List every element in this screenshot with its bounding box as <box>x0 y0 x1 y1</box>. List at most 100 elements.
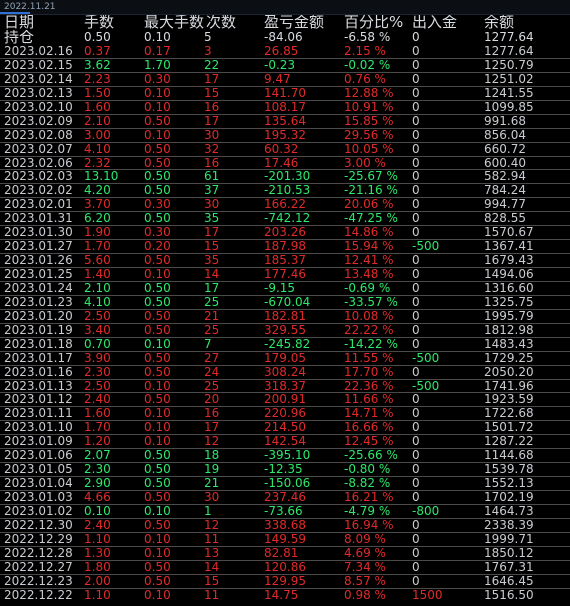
table-row: 2023.02.06 2.32 0.50 16 17.46 3.00 % 0 600.40 <box>0 157 570 171</box>
row-date: 2023.02.07 <box>4 142 73 156</box>
row-pnl: 135.64 <box>264 114 306 128</box>
row-percent: -21.16 % <box>344 184 398 198</box>
row-balance: 991.68 <box>484 114 526 128</box>
row-max-lots: 0.10 <box>144 128 171 142</box>
row-flow: 0 <box>412 407 420 421</box>
row-percent: 16.21 % <box>344 491 394 504</box>
table-row: 2023.02.14 2.23 0.30 17 9.47 0.76 % 0 1251.02 <box>0 73 570 87</box>
header-flow: 出入金 <box>412 15 458 30</box>
row-count: 16 <box>204 156 220 170</box>
row-lots: 3.62 <box>84 58 111 72</box>
row-balance: 1850.12 <box>484 546 534 560</box>
row-balance: 1316.60 <box>484 281 534 295</box>
row-lots: 2.30 <box>84 365 111 379</box>
header-pnl: 盈亏金额 <box>264 15 325 30</box>
table-row: 2023.01.27 1.70 0.20 15 187.98 15.94 % -500 136… <box>0 240 570 255</box>
row-lots: 5.60 <box>84 254 111 268</box>
row-max-lots: 0.50 <box>144 309 171 323</box>
row-count: 15 <box>204 86 220 100</box>
row-flow: 0 <box>412 72 420 86</box>
row-max-lots: 0.10 <box>144 435 171 449</box>
row-balance: 828.55 <box>484 212 526 226</box>
row-pnl: 329.55 <box>264 323 306 337</box>
row-pnl: 129.95 <box>264 574 306 588</box>
row-percent: 11.55 % <box>344 351 394 365</box>
row-max-lots: 0.50 <box>144 574 171 588</box>
row-lots: 13.10 <box>84 170 119 184</box>
row-count: 30 <box>204 128 220 142</box>
table-row: 2022.12.30 2.40 0.50 12 338.68 16.94 % 0 2338.3… <box>0 519 570 533</box>
row-percent: 11.66 % <box>344 393 394 407</box>
row-max-lots: 0.50 <box>144 184 171 198</box>
row-lots: 3.40 <box>84 323 111 337</box>
row-lots: 1.60 <box>84 407 111 421</box>
row-count: 21 <box>204 309 220 323</box>
row-pnl: 318.37 <box>264 379 306 393</box>
row-flow: 0 <box>412 365 420 379</box>
row-percent: 10.05 % <box>344 142 394 156</box>
table-row: 2023.01.18 0.70 0.10 7 -245.82 -14.22 % 0 1483.… <box>0 338 570 352</box>
row-percent: 2.15 % <box>344 45 386 58</box>
header-lots: 手数 <box>84 15 115 30</box>
row-balance: 1570.67 <box>484 226 534 240</box>
row-balance: 1516.50 <box>484 588 534 602</box>
row-date: 2022.12.23 <box>4 574 73 588</box>
header-count: 次数 <box>206 15 237 30</box>
row-date: 2022.12.30 <box>4 518 73 532</box>
row-count: 14 <box>204 268 220 281</box>
row-balance: 600.40 <box>484 156 526 170</box>
table-row: 2022.12.22 1.10 0.10 11 14.75 0.98 % 1500 1516.… <box>0 589 570 603</box>
table-row: 2023.02.13 1.50 0.10 15 141.70 12.88 % 0 1241.5… <box>0 87 570 101</box>
row-lots: 2.00 <box>84 574 111 588</box>
row-count: 27 <box>204 351 220 365</box>
row-date: 2023.02.14 <box>4 72 73 86</box>
header-balance: 余额 <box>484 15 515 30</box>
row-pnl: 203.26 <box>264 226 306 240</box>
row-max-lots: 0.50 <box>144 393 171 407</box>
row-pnl: 14.75 <box>264 588 299 602</box>
row-pnl: 120.86 <box>264 560 306 574</box>
row-count: 25 <box>204 323 220 337</box>
table-row: 2023.02.02 4.20 0.50 37 -210.53 -21.16 % 0 784.… <box>0 184 570 199</box>
row-max-lots: 0.50 <box>144 142 171 156</box>
row-balance: 582.94 <box>484 170 526 184</box>
row-balance: 1144.68 <box>484 449 534 463</box>
row-percent: -0.80 % <box>344 463 391 477</box>
row-flow: 0 <box>412 100 420 114</box>
row-pnl: 185.37 <box>264 254 306 268</box>
row-date: 2023.01.06 <box>4 449 73 463</box>
table-row: 2023.01.25 1.40 0.10 14 177.46 13.48 % 0 1494.0… <box>0 268 570 282</box>
table-row: 2023.01.13 2.50 0.10 25 318.37 22.36 % -500 174… <box>0 380 570 394</box>
row-pnl: 9.47 <box>264 72 291 86</box>
row-max-lots: 0.20 <box>144 240 171 254</box>
row-max-lots: 0.10 <box>144 407 171 421</box>
row-count: 12 <box>204 435 220 449</box>
row-balance: 1767.31 <box>484 560 534 574</box>
row-lots: 1.90 <box>84 226 111 240</box>
row-lots: 4.10 <box>84 142 111 156</box>
row-balance: 1999.71 <box>484 532 534 546</box>
row-max-lots: 0.50 <box>144 114 171 128</box>
table-row: 2022.12.23 2.00 0.50 15 129.95 8.57 % 0 1646.45 <box>0 575 570 589</box>
table-row: 2023.01.17 3.90 0.50 27 179.05 11.55 % -500 172… <box>0 352 570 366</box>
table-row: 2023.01.03 4.66 0.50 30 237.46 16.21 % 0 1702.1… <box>0 491 570 505</box>
row-date: 2023.02.09 <box>4 114 73 128</box>
row-balance: 1539.78 <box>484 463 534 477</box>
row-percent: -0.02 % <box>344 58 391 72</box>
row-pnl: 149.59 <box>264 532 306 546</box>
row-date: 2023.01.10 <box>4 421 73 435</box>
row-percent: -0.69 % <box>344 281 391 295</box>
table-row: 2023.02.08 3.00 0.10 30 195.32 29.56 % 0 856.04 <box>0 129 570 143</box>
row-balance: 1250.79 <box>484 58 534 72</box>
row-count: 30 <box>204 491 220 504</box>
row-flow: 0 <box>412 491 420 504</box>
row-flow: 0 <box>412 226 420 240</box>
row-lots: 1.80 <box>84 560 111 574</box>
row-max-lots: 0.50 <box>144 491 171 504</box>
row-balance: 1552.13 <box>484 477 534 491</box>
header-percent: 百分比% <box>344 15 404 30</box>
row-pnl: -9.15 <box>264 281 296 295</box>
row-percent: 10.91 % <box>344 100 394 114</box>
row-pnl: 60.32 <box>264 142 299 156</box>
row-flow: 0 <box>412 532 420 546</box>
